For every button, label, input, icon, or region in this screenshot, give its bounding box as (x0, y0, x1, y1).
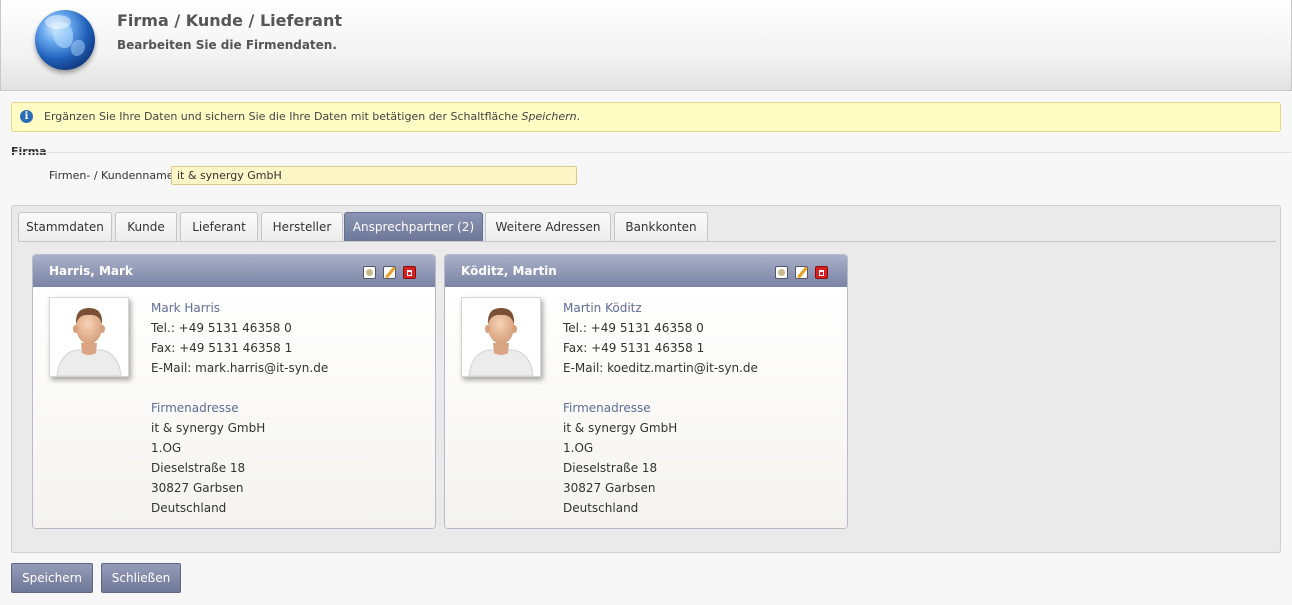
details-icon[interactable] (363, 266, 376, 279)
avatar (49, 297, 129, 377)
tab-stammdaten[interactable]: Stammdaten (18, 212, 112, 241)
address-line: 1.OG (151, 441, 182, 455)
page-subtitle: Bearbeiten Sie die Firmendaten. (117, 38, 337, 52)
address-line: it & synergy GmbH (563, 421, 678, 435)
globe-icon (35, 10, 95, 70)
page-header: Firma / Kunde / Lieferant Bearbeiten Sie… (0, 0, 1292, 91)
details-icon[interactable] (775, 266, 788, 279)
contact-card-title: Köditz, Martin (461, 264, 557, 278)
contact-card-body: Mark Harris Tel.: +49 5131 46358 0 Fax: … (33, 287, 435, 528)
page-title: Firma / Kunde / Lieferant (117, 11, 343, 30)
delete-icon[interactable] (815, 266, 828, 279)
contact-card-header: Harris, Mark (33, 255, 435, 287)
section-divider (11, 152, 1291, 153)
address-line: 30827 Garbsen (563, 481, 656, 495)
contact-email: E-Mail: mark.harris@it-syn.de (151, 361, 329, 375)
info-text: Ergänzen Sie Ihre Daten und sichern Sie … (44, 110, 581, 123)
address-line: Dieselstraße 18 (151, 461, 246, 475)
contact-card-title: Harris, Mark (49, 264, 133, 278)
tab-lieferant[interactable]: Lieferant (180, 212, 258, 241)
tab-bankkonten[interactable]: Bankkonten (614, 212, 708, 241)
info-icon: i (20, 110, 33, 123)
company-name-input[interactable] (171, 166, 577, 185)
contact-fax: Fax: +49 5131 46358 1 (563, 341, 705, 355)
tab-kunde[interactable]: Kunde (115, 212, 177, 241)
company-name-label: Firmen- / Kundenname (49, 169, 174, 182)
delete-icon[interactable] (403, 266, 416, 279)
contact-email: E-Mail: koeditz.martin@it-syn.de (563, 361, 758, 375)
address-line: Deutschland (563, 501, 639, 515)
tab-weitere-adressen[interactable]: Weitere Adressen (485, 212, 611, 241)
close-button[interactable]: Schließen (101, 563, 181, 593)
save-button[interactable]: Speichern (11, 563, 93, 593)
address-line: 1.OG (563, 441, 594, 455)
edit-icon[interactable] (383, 266, 396, 279)
company-address-label: Firmenadresse (151, 401, 239, 415)
tab-hersteller[interactable]: Hersteller (261, 212, 343, 241)
contact-card: Harris, Mark Mark Harris Tel.: +49 5131 … (32, 254, 436, 529)
avatar (461, 297, 541, 377)
contact-card: Köditz, Martin Martin Köditz Tel.: +49 5… (444, 254, 848, 529)
contact-fax: Fax: +49 5131 46358 1 (151, 341, 293, 355)
contact-tel: Tel.: +49 5131 46358 0 (151, 321, 292, 335)
tab-ansprechpartner[interactable]: Ansprechpartner (2) (344, 212, 483, 241)
contact-card-body: Martin Köditz Tel.: +49 5131 46358 0 Fax… (445, 287, 847, 528)
address-line: Dieselstraße 18 (563, 461, 658, 475)
tab-panel: Stammdaten Kunde Lieferant Hersteller An… (11, 205, 1281, 553)
address-line: it & synergy GmbH (151, 421, 266, 435)
address-line: 30827 Garbsen (151, 481, 244, 495)
company-address-label: Firmenadresse (563, 401, 651, 415)
address-line: Deutschland (151, 501, 227, 515)
tab-divider (18, 241, 1276, 242)
info-banner: i Ergänzen Sie Ihre Daten und sichern Si… (11, 102, 1281, 132)
contact-full-name: Martin Köditz (563, 301, 642, 315)
contact-full-name: Mark Harris (151, 301, 221, 315)
contact-tel: Tel.: +49 5131 46358 0 (563, 321, 704, 335)
contact-card-header: Köditz, Martin (445, 255, 847, 287)
edit-icon[interactable] (795, 266, 808, 279)
